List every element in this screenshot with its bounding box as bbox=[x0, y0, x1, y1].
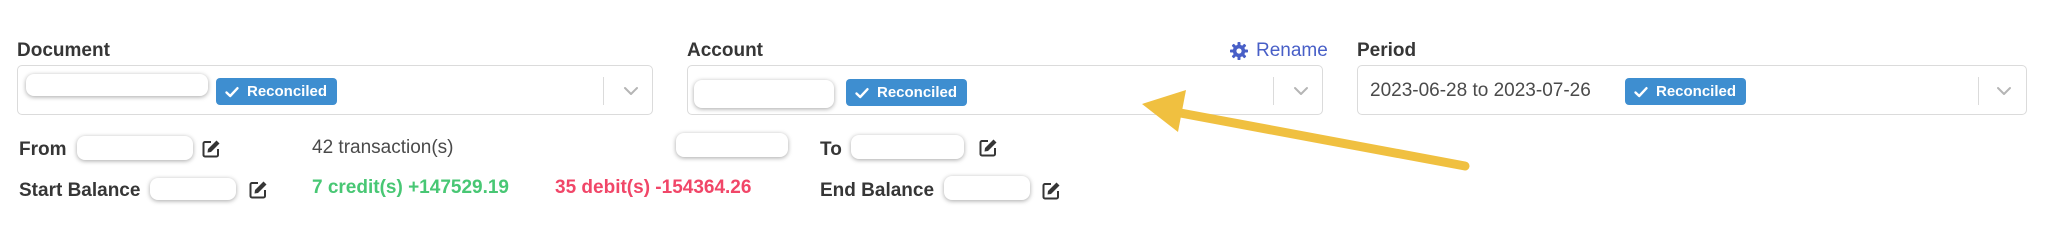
document-reconciled-badge: Reconciled bbox=[216, 78, 338, 105]
document-badge-label: Reconciled bbox=[247, 83, 328, 100]
check-icon bbox=[855, 87, 869, 98]
edit-icon[interactable] bbox=[200, 138, 222, 160]
redacted-to-value bbox=[851, 135, 964, 159]
to-label: To bbox=[820, 139, 842, 160]
account-label: Account bbox=[687, 40, 763, 61]
period-select[interactable]: 2023-06-28 to 2023-07-26 Reconciled bbox=[1357, 65, 2027, 115]
debit-summary: 35 debit(s) -154364.26 bbox=[555, 177, 752, 198]
document-label: Document bbox=[17, 40, 110, 61]
edit-icon[interactable] bbox=[247, 179, 269, 201]
redacted-account-name bbox=[694, 80, 834, 108]
period-badge-label: Reconciled bbox=[1656, 83, 1737, 100]
transaction-count: 42 transaction(s) bbox=[312, 137, 454, 158]
credit-summary: 7 credit(s) +147529.19 bbox=[312, 177, 509, 198]
redacted-document-name bbox=[26, 74, 208, 96]
chevron-down-icon[interactable] bbox=[1290, 80, 1312, 102]
gear-icon bbox=[1230, 42, 1248, 60]
redacted-start-balance bbox=[150, 178, 236, 200]
period-label: Period bbox=[1357, 40, 1417, 61]
document-select-divider bbox=[603, 77, 604, 105]
check-icon bbox=[1634, 86, 1648, 97]
account-badge-label: Reconciled bbox=[877, 84, 958, 101]
chevron-down-icon[interactable] bbox=[620, 80, 642, 102]
period-reconciled-badge: Reconciled bbox=[1625, 78, 1747, 105]
rename-account-link[interactable]: Rename bbox=[1229, 40, 1328, 62]
redacted-end-balance bbox=[944, 176, 1030, 200]
edit-icon[interactable] bbox=[977, 137, 999, 159]
redacted-middle-value bbox=[676, 133, 788, 157]
account-reconciled-badge: Reconciled bbox=[846, 79, 968, 106]
start-balance-label: Start Balance bbox=[19, 180, 141, 201]
period-value: 2023-06-28 to 2023-07-26 bbox=[1370, 80, 1591, 101]
check-icon bbox=[225, 86, 239, 97]
chevron-down-icon[interactable] bbox=[1993, 80, 2015, 102]
from-label: From bbox=[19, 139, 67, 160]
end-balance-label: End Balance bbox=[820, 180, 935, 201]
redacted-from-value bbox=[77, 136, 193, 160]
account-select-divider bbox=[1273, 77, 1274, 105]
rename-label: Rename bbox=[1256, 40, 1328, 61]
period-select-divider bbox=[1978, 77, 1979, 105]
edit-icon[interactable] bbox=[1040, 180, 1062, 202]
